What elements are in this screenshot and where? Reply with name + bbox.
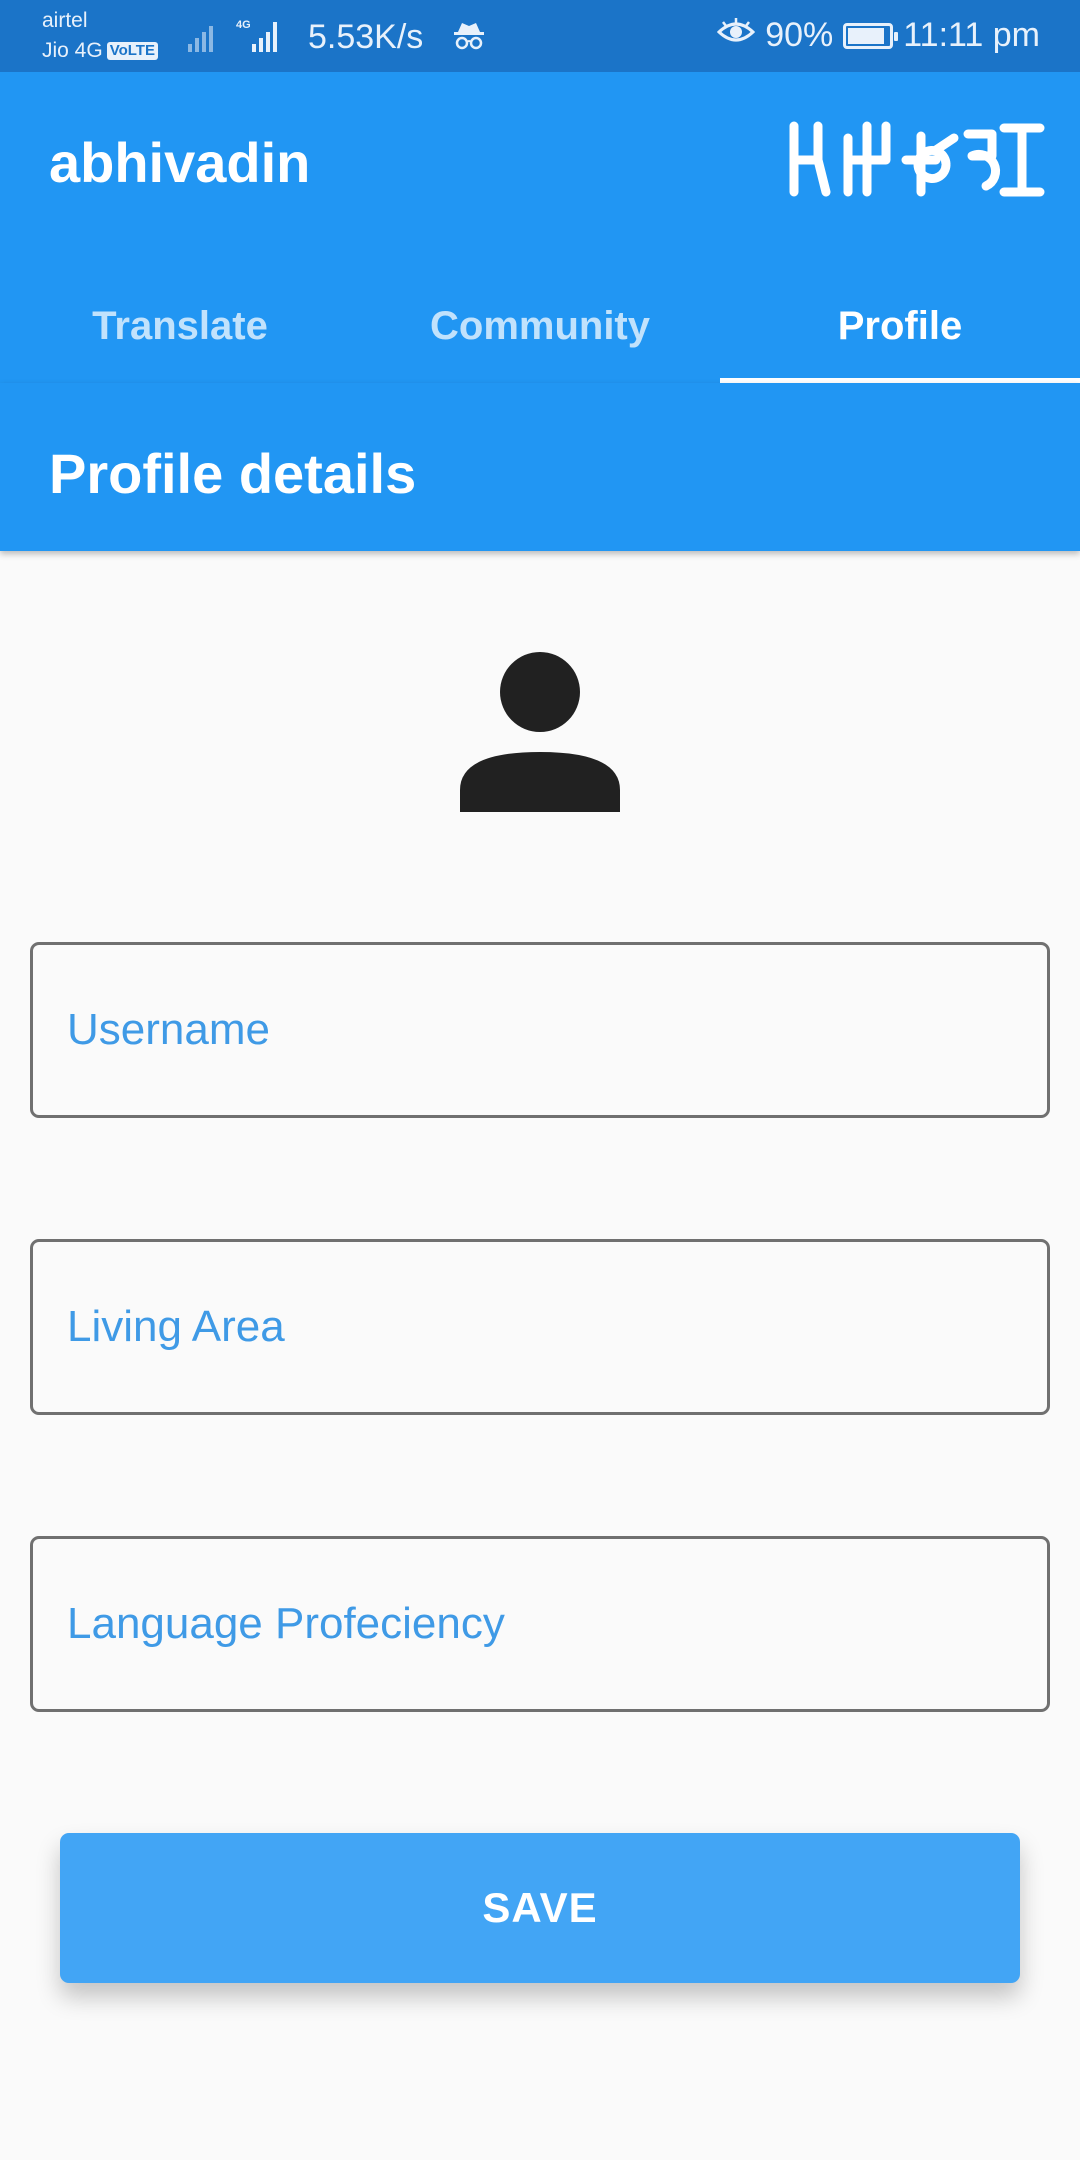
page-title: Profile details bbox=[49, 442, 417, 505]
battery-fill bbox=[848, 27, 885, 44]
eye-icon bbox=[717, 16, 756, 55]
section-header: Profile details bbox=[0, 383, 1080, 551]
battery-icon bbox=[843, 22, 899, 49]
carrier-2-row: Jio 4G VoLTE bbox=[42, 36, 158, 66]
signal-icon: 4G bbox=[186, 16, 290, 59]
clock: 11:11 pm bbox=[903, 16, 1040, 54]
carrier-2: Jio 4G bbox=[42, 39, 103, 62]
incognito-icon bbox=[452, 20, 486, 57]
username-input[interactable] bbox=[33, 945, 1047, 1115]
tab-profile[interactable]: Profile bbox=[720, 272, 1080, 383]
app-bar: abhivadin Translate Community Profile bbox=[0, 72, 1080, 383]
app-logo bbox=[786, 116, 1046, 211]
battery-percent: 90% bbox=[765, 16, 834, 54]
language-proficiency-field bbox=[30, 1536, 1050, 1712]
save-button[interactable]: SAVE bbox=[60, 1833, 1020, 1983]
app-title: abhivadin bbox=[49, 131, 311, 194]
net-type-label: 4G bbox=[236, 19, 251, 31]
status-bar: airtel Jio 4G VoLTE 4G 5.53K/s 90% 11:11… bbox=[0, 0, 1080, 72]
carrier-info: airtel Jio 4G VoLTE bbox=[42, 6, 158, 66]
language-proficiency-input[interactable] bbox=[33, 1539, 1047, 1709]
volte-badge: VoLTE bbox=[106, 42, 158, 61]
network-speed: 5.53K/s bbox=[308, 18, 424, 56]
living-area-input[interactable] bbox=[33, 1242, 1047, 1412]
tab-community[interactable]: Community bbox=[360, 272, 720, 383]
carrier-1: airtel bbox=[42, 9, 88, 32]
living-area-field bbox=[30, 1239, 1050, 1415]
person-icon bbox=[458, 650, 622, 819]
tab-bar: Translate Community Profile bbox=[0, 272, 1080, 383]
username-field bbox=[30, 942, 1050, 1118]
tab-translate[interactable]: Translate bbox=[0, 272, 360, 383]
status-right: 90% 11:11 pm bbox=[717, 16, 1040, 55]
